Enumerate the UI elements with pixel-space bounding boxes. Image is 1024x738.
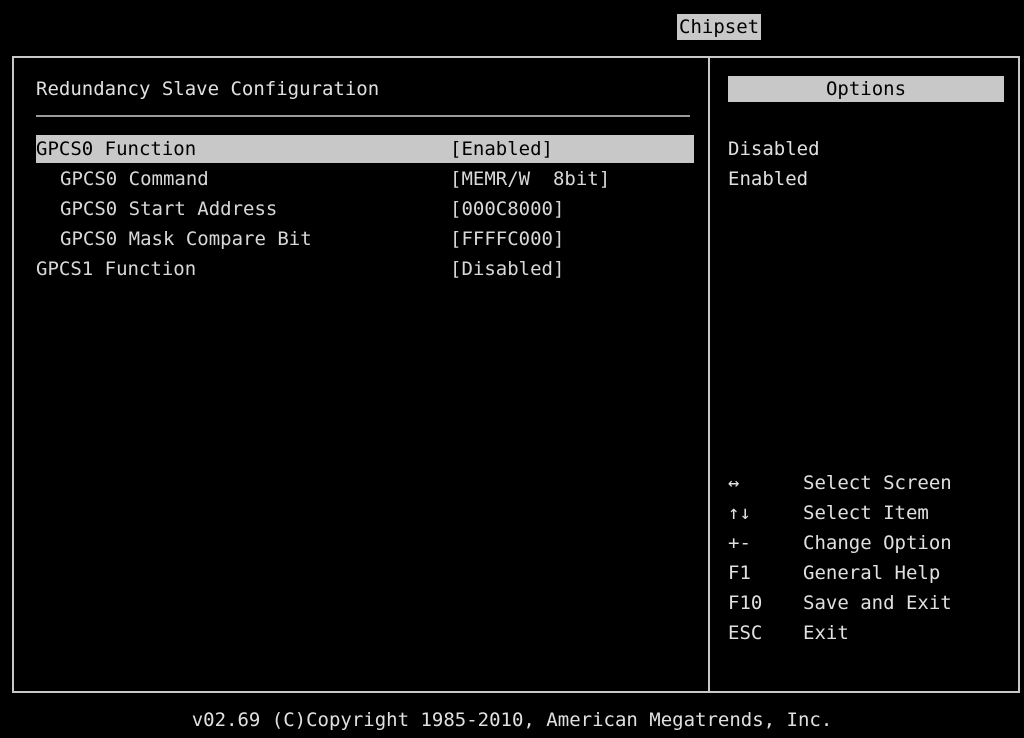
help-desc: Select Screen: [803, 472, 952, 494]
setting-label: GPCS0 Function: [36, 138, 197, 160]
copyright-footer: v02.69 (C)Copyright 1985-2010, American …: [191, 709, 833, 731]
setting-gpcs0-command[interactable]: GPCS0 Command [MEMR/W 8bit]: [36, 165, 694, 193]
title-divider: [36, 115, 690, 117]
setting-label: GPCS0 Mask Compare Bit: [60, 228, 312, 250]
help-desc: Save and Exit: [803, 592, 952, 614]
bios-screen: Chipset Redundancy Slave Configuration G…: [0, 0, 1024, 738]
esc-key: ESC: [728, 622, 763, 644]
help-desc: General Help: [803, 562, 941, 584]
setting-label: GPCS0 Command: [60, 168, 209, 190]
setting-gpcs0-mask-compare-bit[interactable]: GPCS0 Mask Compare Bit [FFFFC000]: [36, 225, 694, 253]
help-select-screen: ↔ Select Screen: [728, 468, 1008, 498]
tab-chipset[interactable]: Chipset: [677, 14, 762, 40]
setting-value: [Disabled]: [450, 258, 565, 280]
setting-value: [Enabled]: [450, 138, 553, 160]
main-frame: Redundancy Slave Configuration GPCS0 Fun…: [12, 56, 1020, 693]
option-disabled[interactable]: Disabled: [728, 135, 820, 163]
help-exit: ESC Exit: [728, 618, 1008, 648]
arrows-left-right-icon: ↔: [728, 472, 740, 494]
panel-divider: [708, 58, 710, 691]
setting-gpcs1-function[interactable]: GPCS1 Function [Disabled]: [36, 255, 694, 283]
help-desc: Exit: [803, 622, 849, 644]
setting-value: [FFFFC000]: [450, 228, 565, 250]
setting-gpcs0-function[interactable]: GPCS0 Function [Enabled]: [36, 135, 694, 163]
help-save-and-exit: F10 Save and Exit: [728, 588, 1008, 618]
help-general-help: F1 General Help: [728, 558, 1008, 588]
top-tab-bar: Chipset: [0, 0, 1024, 40]
option-enabled[interactable]: Enabled: [728, 165, 808, 193]
setting-value: [MEMR/W 8bit]: [450, 168, 611, 190]
options-header: Options: [728, 76, 1004, 102]
help-change-option: +- Change Option: [728, 528, 1008, 558]
plus-minus-key: +-: [728, 532, 751, 554]
setting-value: [000C8000]: [450, 198, 565, 220]
help-desc: Change Option: [803, 532, 952, 554]
setting-label: GPCS0 Start Address: [60, 198, 278, 220]
arrows-up-down-icon: ↑↓: [728, 502, 751, 524]
setting-label: GPCS1 Function: [36, 258, 197, 280]
help-desc: Select Item: [803, 502, 929, 524]
f1-key: F1: [728, 562, 751, 584]
help-select-item: ↑↓ Select Item: [728, 498, 1008, 528]
f10-key: F10: [728, 592, 763, 614]
setting-gpcs0-start-address[interactable]: GPCS0 Start Address [000C8000]: [36, 195, 694, 223]
page-title: Redundancy Slave Configuration: [36, 78, 380, 100]
